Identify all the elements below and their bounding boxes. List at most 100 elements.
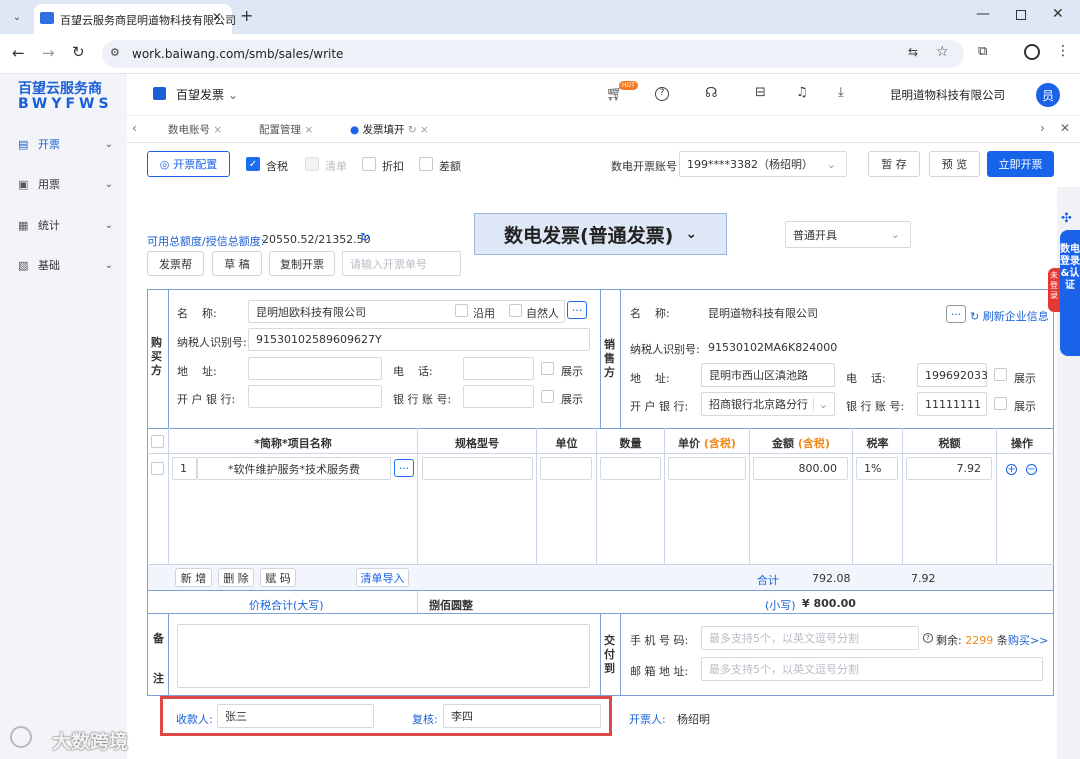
- seller-account-input[interactable]: 11111111: [917, 392, 987, 416]
- tab-config[interactable]: 配置管理 ×: [259, 122, 313, 137]
- invoice-config-button[interactable]: ◎ 开票配置: [147, 151, 230, 177]
- maximize-icon[interactable]: [1016, 10, 1026, 20]
- tabs-scroll-right-icon[interactable]: ›: [1040, 121, 1045, 135]
- seller-phone-input[interactable]: 199692033: [917, 363, 988, 387]
- copy-invoice-button[interactable]: 复制开票: [269, 251, 335, 276]
- item-tax-input[interactable]: 7.92: [906, 457, 992, 480]
- tabs-scroll-left-icon[interactable]: ‹: [132, 121, 137, 135]
- buyer-bank-input[interactable]: [248, 385, 382, 408]
- payee-input[interactable]: 张三: [217, 704, 374, 728]
- download-icon[interactable]: ⤓: [838, 85, 844, 100]
- seller-show-bank-checkbox[interactable]: [994, 397, 1007, 410]
- item-price-input[interactable]: [668, 457, 746, 480]
- draft-button[interactable]: 草 稿: [212, 251, 262, 276]
- tab-dianzhanghao[interactable]: 数电账号 ×: [168, 122, 222, 137]
- tab-list-icon[interactable]: ⌄: [8, 8, 26, 26]
- buyer-phone-input[interactable]: [463, 357, 534, 380]
- natural-person-checkbox[interactable]: [509, 304, 522, 317]
- close-icon[interactable]: ×: [304, 124, 313, 136]
- refresh-company-info-link[interactable]: ↻ 刷新企业信息: [970, 308, 1049, 324]
- seller-bank-select[interactable]: 招商银行北京路分行 ⌄: [701, 392, 835, 416]
- sidebar-item-basic[interactable]: ▧ 基础 ⌄: [0, 252, 127, 278]
- seller-show-address-checkbox[interactable]: [994, 368, 1007, 381]
- browser-tab[interactable]: 百望云服务商昆明道物科技有限公司 ✕: [34, 4, 236, 34]
- item-qty-input[interactable]: [600, 457, 661, 480]
- buyer-phone-label: 电 话:: [393, 365, 433, 378]
- item-picker-button[interactable]: ···: [394, 459, 414, 477]
- close-icon[interactable]: ×: [213, 124, 222, 136]
- add-item-button[interactable]: 新 增: [175, 568, 212, 587]
- difference-checkbox[interactable]: [419, 157, 433, 171]
- bookmark-star-icon[interactable]: ☆: [936, 44, 949, 60]
- close-tab-icon[interactable]: ✕: [212, 10, 222, 24]
- extensions-icon[interactable]: ⧉: [978, 44, 987, 59]
- support-icon[interactable]: ☊: [705, 85, 717, 101]
- seller-more-button[interactable]: ···: [946, 305, 966, 323]
- list-checkbox[interactable]: [305, 157, 319, 171]
- company-name[interactable]: 昆明道物科技有限公司: [890, 87, 1005, 103]
- issue-invoice-button[interactable]: 立即开票: [987, 151, 1054, 177]
- item-rate-select[interactable]: 1%: [856, 457, 898, 480]
- drag-move-icon[interactable]: ✣: [1061, 211, 1072, 226]
- bell-icon[interactable]: ♫: [796, 85, 808, 100]
- tabs-close-all-icon[interactable]: ✕: [1060, 121, 1070, 135]
- discount-checkbox[interactable]: [362, 157, 376, 171]
- sidebar-item-invoice[interactable]: ▤ 开票 ⌄: [0, 131, 127, 157]
- issue-mode-select[interactable]: 普通开具 ⌄: [785, 221, 911, 248]
- sidebar-item-stats[interactable]: ▦ 统计 ⌄: [0, 212, 127, 238]
- buyer-more-button[interactable]: ···: [567, 301, 587, 319]
- back-icon[interactable]: ←: [12, 44, 25, 62]
- login-auth-panel[interactable]: 数电登录&认证: [1060, 230, 1080, 356]
- delete-item-button[interactable]: 删 除: [218, 568, 254, 587]
- product-switcher[interactable]: 百望发票 ⌄: [176, 86, 238, 103]
- save-draft-button[interactable]: 暂 存: [868, 151, 920, 177]
- import-list-button[interactable]: 清单导入: [356, 568, 409, 587]
- select-all-checkbox[interactable]: [151, 435, 164, 448]
- close-icon[interactable]: ×: [420, 124, 429, 136]
- item-name-input[interactable]: *软件维护服务*技术服务费: [197, 457, 391, 480]
- remarks-textarea[interactable]: [177, 624, 590, 688]
- buyer-tax-input[interactable]: 91530102589609627Y: [248, 328, 590, 351]
- tax-included-checkbox[interactable]: ✓: [246, 157, 260, 171]
- invoice-no-input[interactable]: 请输入开票单号: [342, 251, 461, 276]
- help-icon[interactable]: ?: [655, 87, 669, 101]
- invoice-help-button[interactable]: 发票帮: [147, 251, 204, 276]
- forward-icon[interactable]: →: [42, 44, 55, 62]
- refresh-quota-icon[interactable]: ↻: [360, 230, 370, 244]
- avatar[interactable]: 员: [1036, 83, 1060, 107]
- buyer-address-input[interactable]: [248, 357, 382, 380]
- invoice-type-selector[interactable]: 数电发票(普通发票) ⌄: [474, 213, 727, 255]
- translate-icon[interactable]: ⇆: [908, 45, 918, 59]
- row-checkbox[interactable]: [151, 462, 164, 475]
- tab-fill-invoice[interactable]: ● 发票填开 ↻ ×: [350, 122, 429, 137]
- use-orig-checkbox[interactable]: [455, 304, 468, 317]
- buyer-show-bank-checkbox[interactable]: [541, 390, 554, 403]
- url-box[interactable]: ⚙ work.baiwang.com/smb/sales/write ⇆ ☆: [102, 40, 964, 68]
- minimize-icon[interactable]: —: [976, 6, 990, 22]
- remove-row-icon[interactable]: −: [1026, 464, 1037, 475]
- sidebar-item-use-ticket[interactable]: ▣ 用票 ⌄: [0, 171, 127, 197]
- close-window-icon[interactable]: ✕: [1052, 6, 1064, 22]
- total-tax: 7.92: [911, 572, 936, 585]
- assign-code-button[interactable]: 赋 码: [260, 568, 296, 587]
- item-spec-input[interactable]: [422, 457, 533, 480]
- reload-icon[interactable]: ↻: [72, 43, 85, 61]
- message-icon[interactable]: ⊟: [755, 85, 766, 100]
- refresh-icon[interactable]: ↻: [408, 124, 417, 136]
- preview-button[interactable]: 预 览: [929, 151, 980, 177]
- profile-icon[interactable]: [1024, 44, 1040, 60]
- reviewer-input[interactable]: 李四: [443, 704, 601, 728]
- add-row-icon[interactable]: +: [1006, 464, 1017, 475]
- buy-sms-link[interactable]: 购买>>: [1008, 632, 1048, 648]
- new-tab-icon[interactable]: +: [240, 6, 253, 25]
- delivery-phone-input[interactable]: 最多支持5个，以英文逗号分割: [701, 626, 919, 650]
- item-unit-input[interactable]: [540, 457, 592, 480]
- account-select[interactable]: 199****3382（杨绍明） ⌄: [679, 151, 847, 177]
- item-amount-input[interactable]: 800.00: [753, 457, 848, 480]
- site-info-icon[interactable]: ⚙: [110, 46, 120, 59]
- buyer-account-input[interactable]: [463, 385, 534, 408]
- buyer-show-address-checkbox[interactable]: [541, 362, 554, 375]
- browser-menu-icon[interactable]: ⋮: [1056, 43, 1070, 59]
- seller-address-input[interactable]: 昆明市西山区滇池路: [701, 363, 835, 387]
- delivery-email-input[interactable]: 最多支持5个，以英文逗号分割: [701, 657, 1043, 681]
